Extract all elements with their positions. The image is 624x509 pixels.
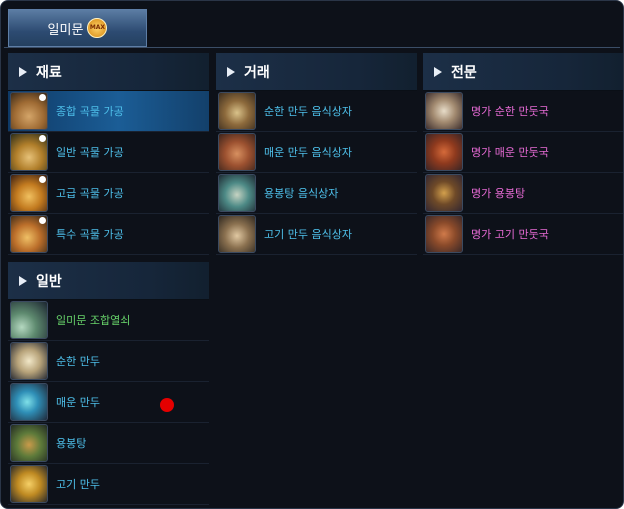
food-box-icon	[218, 215, 256, 253]
recipe-label: 명가 용봉탕	[471, 187, 526, 200]
soup-pot-icon	[10, 424, 48, 462]
food-box-icon	[218, 133, 256, 171]
recipe-item[interactable]: 명가 순한 만둣국	[423, 91, 623, 132]
recipe-item[interactable]: 명가 용봉탕	[423, 173, 623, 214]
section-title: 일반	[36, 273, 62, 290]
section-header-general[interactable]: 일반	[8, 262, 209, 300]
section-expert: 전문 명가 순한 만둣국 명가 매운 만둣국 명가 용봉탕 명가 고기 만둣국	[423, 53, 623, 255]
tab-divider	[4, 47, 620, 48]
recipe-item[interactable]: 용봉탕	[8, 423, 209, 464]
recipe-item[interactable]: 매운 만두 음식상자	[216, 132, 417, 173]
expand-triangle-icon	[19, 66, 27, 77]
recipe-label: 순한 만두	[56, 355, 100, 368]
recipe-label: 일반 곡물 가공	[56, 146, 124, 159]
recipe-label: 고급 곡물 가공	[56, 187, 124, 200]
recipe-label: 명가 매운 만둣국	[471, 146, 549, 159]
section-material: 재료 종합 곡물 가공 일반 곡물 가공 고급 곡물 가공 특수 곡물 가공	[8, 53, 209, 255]
recipe-item[interactable]: 고기 만두 음식상자	[216, 214, 417, 255]
section-header-expert[interactable]: 전문	[423, 53, 623, 91]
section-header-material[interactable]: 재료	[8, 53, 209, 91]
recipe-item[interactable]: 용봉탕 음식상자	[216, 173, 417, 214]
food-box-icon	[218, 174, 256, 212]
section-title: 거래	[244, 64, 270, 81]
section-title: 재료	[36, 64, 62, 81]
tab-ilmimun[interactable]: 일미문 MAX	[8, 9, 147, 47]
recipe-label: 일미문 조합열쇠	[56, 314, 131, 327]
expand-triangle-icon	[19, 275, 27, 286]
recipe-label: 매운 만두 음식상자	[264, 146, 352, 159]
recipe-label: 종합 곡물 가공	[56, 105, 124, 118]
recipe-label: 명가 순한 만둣국	[471, 105, 549, 118]
section-general: 일반 일미문 조합열쇠 순한 만두 매운 만두 용봉탕 고기 만두	[8, 262, 209, 505]
recipe-item[interactable]: 매운 만두	[8, 382, 209, 423]
section-trade: 거래 순한 만두 음식상자 매운 만두 음식상자 용봉탕 음식상자 고기 만두 …	[216, 53, 417, 255]
section-title: 전문	[451, 64, 477, 81]
recipe-item[interactable]: 순한 만두	[8, 341, 209, 382]
section-header-trade[interactable]: 거래	[216, 53, 417, 91]
dumpling-icon	[10, 465, 48, 503]
recipe-item[interactable]: 명가 매운 만둣국	[423, 132, 623, 173]
recipe-item[interactable]: 종합 곡물 가공	[8, 91, 209, 132]
recipe-label: 순한 만두 음식상자	[264, 105, 352, 118]
recipe-item[interactable]: 고급 곡물 가공	[8, 173, 209, 214]
recipe-item[interactable]: 일미문 조합열쇠	[8, 300, 209, 341]
tab-label: 일미문	[47, 22, 84, 38]
crafting-window: 일미문 MAX 재료 종합 곡물 가공 일반 곡물 가공 고급 곡물 가공 특수…	[0, 0, 624, 509]
soup-bowl-icon	[425, 92, 463, 130]
max-badge-icon: MAX	[87, 18, 108, 38]
food-box-icon	[218, 92, 256, 130]
red-dot-marker	[160, 398, 174, 412]
grain-sack-icon	[10, 215, 48, 253]
grain-sack-icon	[10, 174, 48, 212]
recipe-item[interactable]: 일반 곡물 가공	[8, 132, 209, 173]
dumpling-icon	[10, 342, 48, 380]
recipe-label: 용봉탕 음식상자	[264, 187, 339, 200]
recipe-item[interactable]: 고기 만두	[8, 464, 209, 505]
recipe-item[interactable]: 순한 만두 음식상자	[216, 91, 417, 132]
recipe-item[interactable]: 명가 고기 만둣국	[423, 214, 623, 255]
recipe-label: 매운 만두	[56, 396, 100, 409]
recipe-item[interactable]: 특수 곡물 가공	[8, 214, 209, 255]
expand-triangle-icon	[227, 66, 235, 77]
grain-sack-icon	[10, 92, 48, 130]
recipe-label: 용봉탕	[56, 437, 87, 450]
recipe-label: 명가 고기 만둣국	[471, 228, 549, 241]
soup-bowl-icon	[425, 133, 463, 171]
recipe-label: 고기 만두	[56, 478, 100, 491]
key-icon	[10, 301, 48, 339]
recipe-label: 고기 만두 음식상자	[264, 228, 352, 241]
recipe-label: 특수 곡물 가공	[56, 228, 124, 241]
grain-sack-icon	[10, 133, 48, 171]
soup-bowl-icon	[425, 174, 463, 212]
soup-bowl-icon	[425, 215, 463, 253]
expand-triangle-icon	[434, 66, 442, 77]
dumpling-icon	[10, 383, 48, 421]
